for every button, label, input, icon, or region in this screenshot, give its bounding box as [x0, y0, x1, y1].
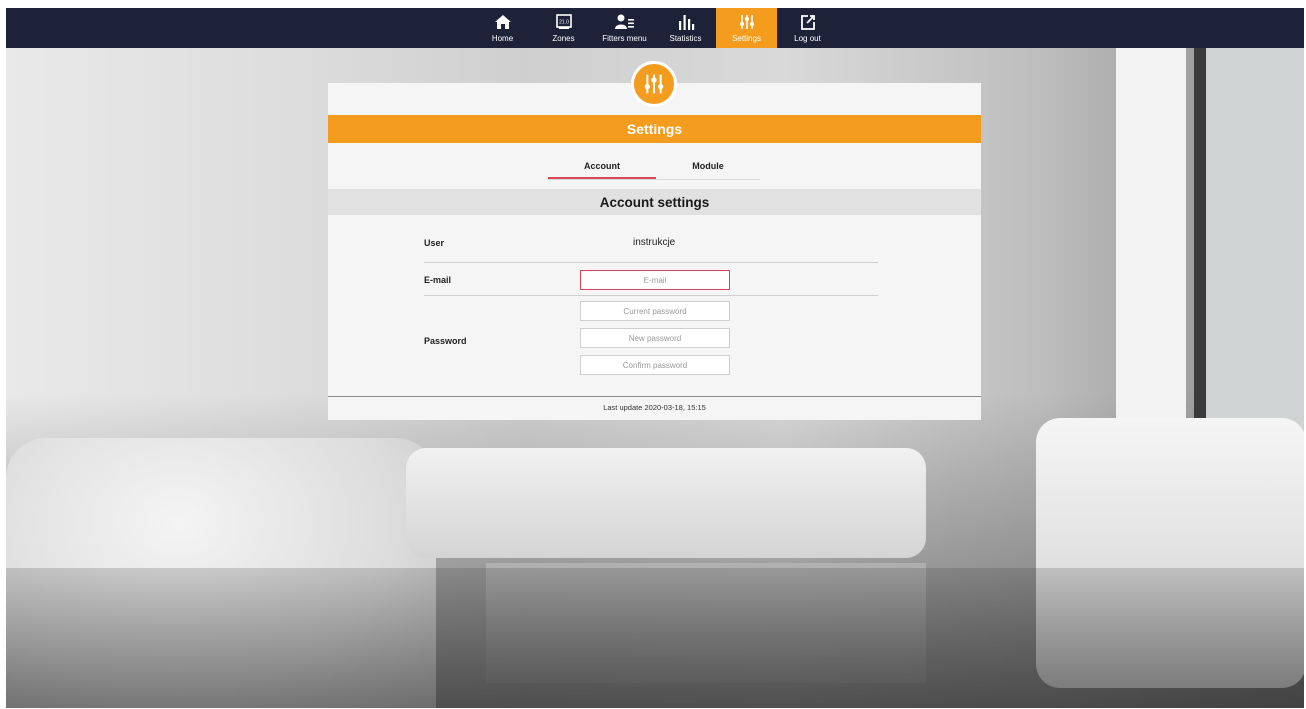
divider — [424, 262, 878, 263]
new-password-placeholder: New password — [628, 333, 682, 343]
nav-item-label: Statistics — [669, 34, 702, 43]
nav-item-label: Settings — [732, 34, 761, 43]
settings-emblem — [631, 61, 677, 107]
nav-item-statistics[interactable]: Statistics — [655, 8, 716, 48]
last-update-text: Last update 2020-03-18, 15:15 — [603, 403, 706, 412]
background-window — [1194, 48, 1304, 448]
logout-icon — [799, 12, 817, 32]
nav-item-label: Zones — [552, 34, 575, 43]
settings-panel: Settings Account Module Account settings… — [328, 61, 981, 420]
tab-module[interactable]: Module — [656, 155, 760, 177]
settings-sliders-icon — [642, 72, 666, 96]
fitters-menu-icon — [614, 12, 635, 32]
top-nav-bar: Home 21.0 Zones Fitters menu Statistics … — [6, 8, 1304, 48]
password-label: Password — [424, 336, 467, 346]
main-nav: Home 21.0 Zones Fitters menu Statistics … — [472, 8, 838, 48]
email-label: E-mail — [424, 275, 452, 285]
nav-item-label: Fitters menu — [602, 34, 647, 43]
section-title: Account settings — [328, 189, 981, 215]
background-sofa-center — [406, 448, 926, 558]
user-label: User — [424, 238, 445, 248]
panel-title: Settings — [328, 115, 981, 143]
confirm-password-placeholder: Confirm password — [622, 360, 688, 370]
nav-item-settings[interactable]: Settings — [716, 8, 777, 48]
nav-item-fitters-menu[interactable]: Fitters menu — [594, 8, 655, 48]
divider — [424, 295, 878, 296]
confirm-password-field[interactable]: Confirm password — [580, 355, 730, 375]
nav-item-label: Home — [491, 34, 514, 43]
statistics-icon — [677, 12, 695, 32]
user-value: instrukcje — [633, 237, 676, 248]
panel-bottom-border — [328, 396, 981, 397]
tab-account[interactable]: Account — [548, 155, 656, 179]
current-password-placeholder: Current password — [623, 306, 687, 316]
current-password-field[interactable]: Current password — [580, 301, 730, 321]
nav-item-label: Log out — [794, 34, 821, 43]
email-field-placeholder: E-mail — [643, 275, 667, 285]
home-icon — [494, 12, 512, 32]
settings-sliders-icon — [738, 12, 756, 32]
background-pillar — [1116, 48, 1186, 468]
nav-item-log-out[interactable]: Log out — [777, 8, 838, 48]
email-field[interactable]: E-mail — [580, 270, 730, 290]
background-floor — [6, 568, 1304, 708]
new-password-field[interactable]: New password — [580, 328, 730, 348]
zones-icon-text: 21.0 — [559, 20, 569, 26]
zones-icon: 21.0 — [555, 12, 573, 32]
settings-tabs: Account Module — [548, 155, 760, 180]
nav-item-zones[interactable]: 21.0 Zones — [533, 8, 594, 48]
nav-item-home[interactable]: Home — [472, 8, 533, 48]
